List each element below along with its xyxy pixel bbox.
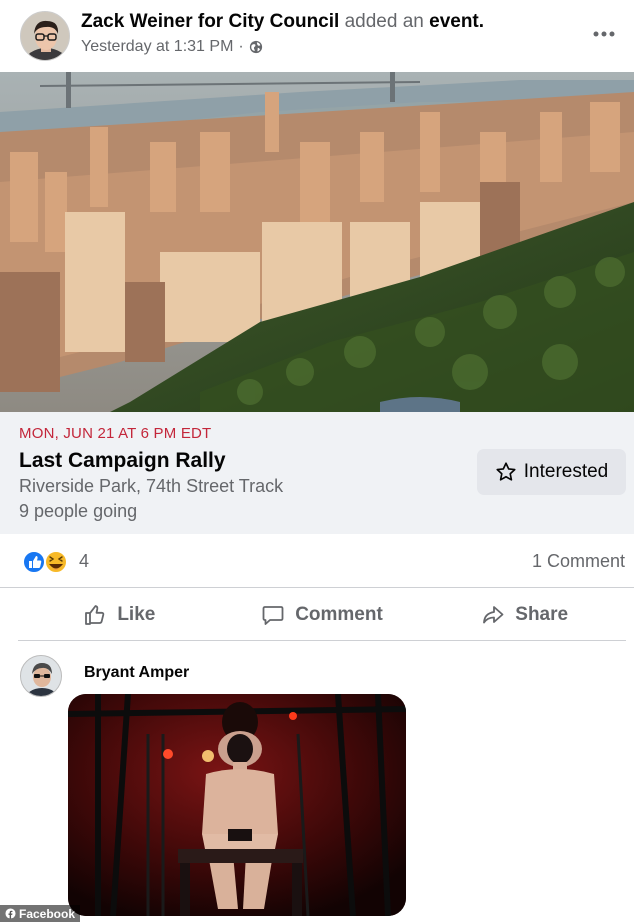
more-horizontal-icon	[593, 31, 615, 37]
comment-label: Comment	[295, 603, 383, 625]
comment-bubble-icon	[262, 605, 284, 625]
author-name-link[interactable]: Zack Weiner for City Council	[81, 11, 339, 32]
event-cover-photo[interactable]	[0, 72, 634, 412]
like-label: Like	[117, 603, 156, 625]
reaction-icons[interactable]	[22, 549, 72, 575]
meta-separator: ·	[238, 38, 244, 55]
haha-reaction-icon	[44, 550, 68, 574]
share-arrow-icon	[483, 605, 504, 623]
comment-count-link[interactable]: 1 Comment	[532, 551, 625, 572]
facebook-watermark: Facebook	[0, 905, 81, 922]
event-attendance: 9 people going	[19, 501, 138, 521]
event-details-card[interactable]: MON, JUN 21 AT 6 PM EDT Last Campaign Ra…	[0, 412, 634, 534]
comment-button[interactable]: Comment	[221, 589, 424, 640]
facebook-logo-icon	[5, 908, 16, 919]
like-button[interactable]: Like	[18, 589, 221, 640]
divider	[18, 587, 626, 588]
interested-label: Interested	[523, 461, 609, 482]
post-action-text: added an	[344, 11, 424, 32]
globe-icon	[249, 40, 262, 54]
like-reaction-icon	[22, 550, 46, 574]
author-avatar[interactable]	[20, 11, 70, 61]
post-meta: Yesterday at 1:31 PM ·	[81, 38, 263, 56]
event-date: MON, JUN 21 AT 6 PM EDT	[19, 425, 212, 442]
commenter-name-link[interactable]: Bryant Amper	[84, 664, 189, 682]
watermark-text: Facebook	[19, 906, 76, 921]
star-icon	[496, 462, 516, 481]
post-header: Zack Weiner for City Council added an ev…	[0, 0, 634, 72]
event-title[interactable]: Last Campaign Rally	[19, 449, 226, 473]
thumbs-up-icon	[85, 604, 105, 625]
reaction-count[interactable]: 4	[79, 551, 89, 572]
commenter-avatar[interactable]	[20, 655, 62, 697]
event-link[interactable]: event.	[429, 11, 484, 32]
reactions-summary: 4 1 Comment	[0, 534, 634, 588]
comment-photo[interactable]	[68, 694, 406, 916]
share-label: Share	[515, 603, 569, 625]
interested-button[interactable]: Interested	[477, 449, 626, 495]
event-location: Riverside Park, 74th Street Track	[19, 476, 284, 496]
share-button[interactable]: Share	[423, 589, 626, 640]
post-timestamp[interactable]: Yesterday at 1:31 PM	[81, 38, 233, 56]
post-headline: Zack Weiner for City Council added an ev…	[81, 11, 484, 33]
post-action-bar: Like Comment Share	[18, 589, 626, 641]
more-options-button[interactable]	[590, 20, 618, 48]
